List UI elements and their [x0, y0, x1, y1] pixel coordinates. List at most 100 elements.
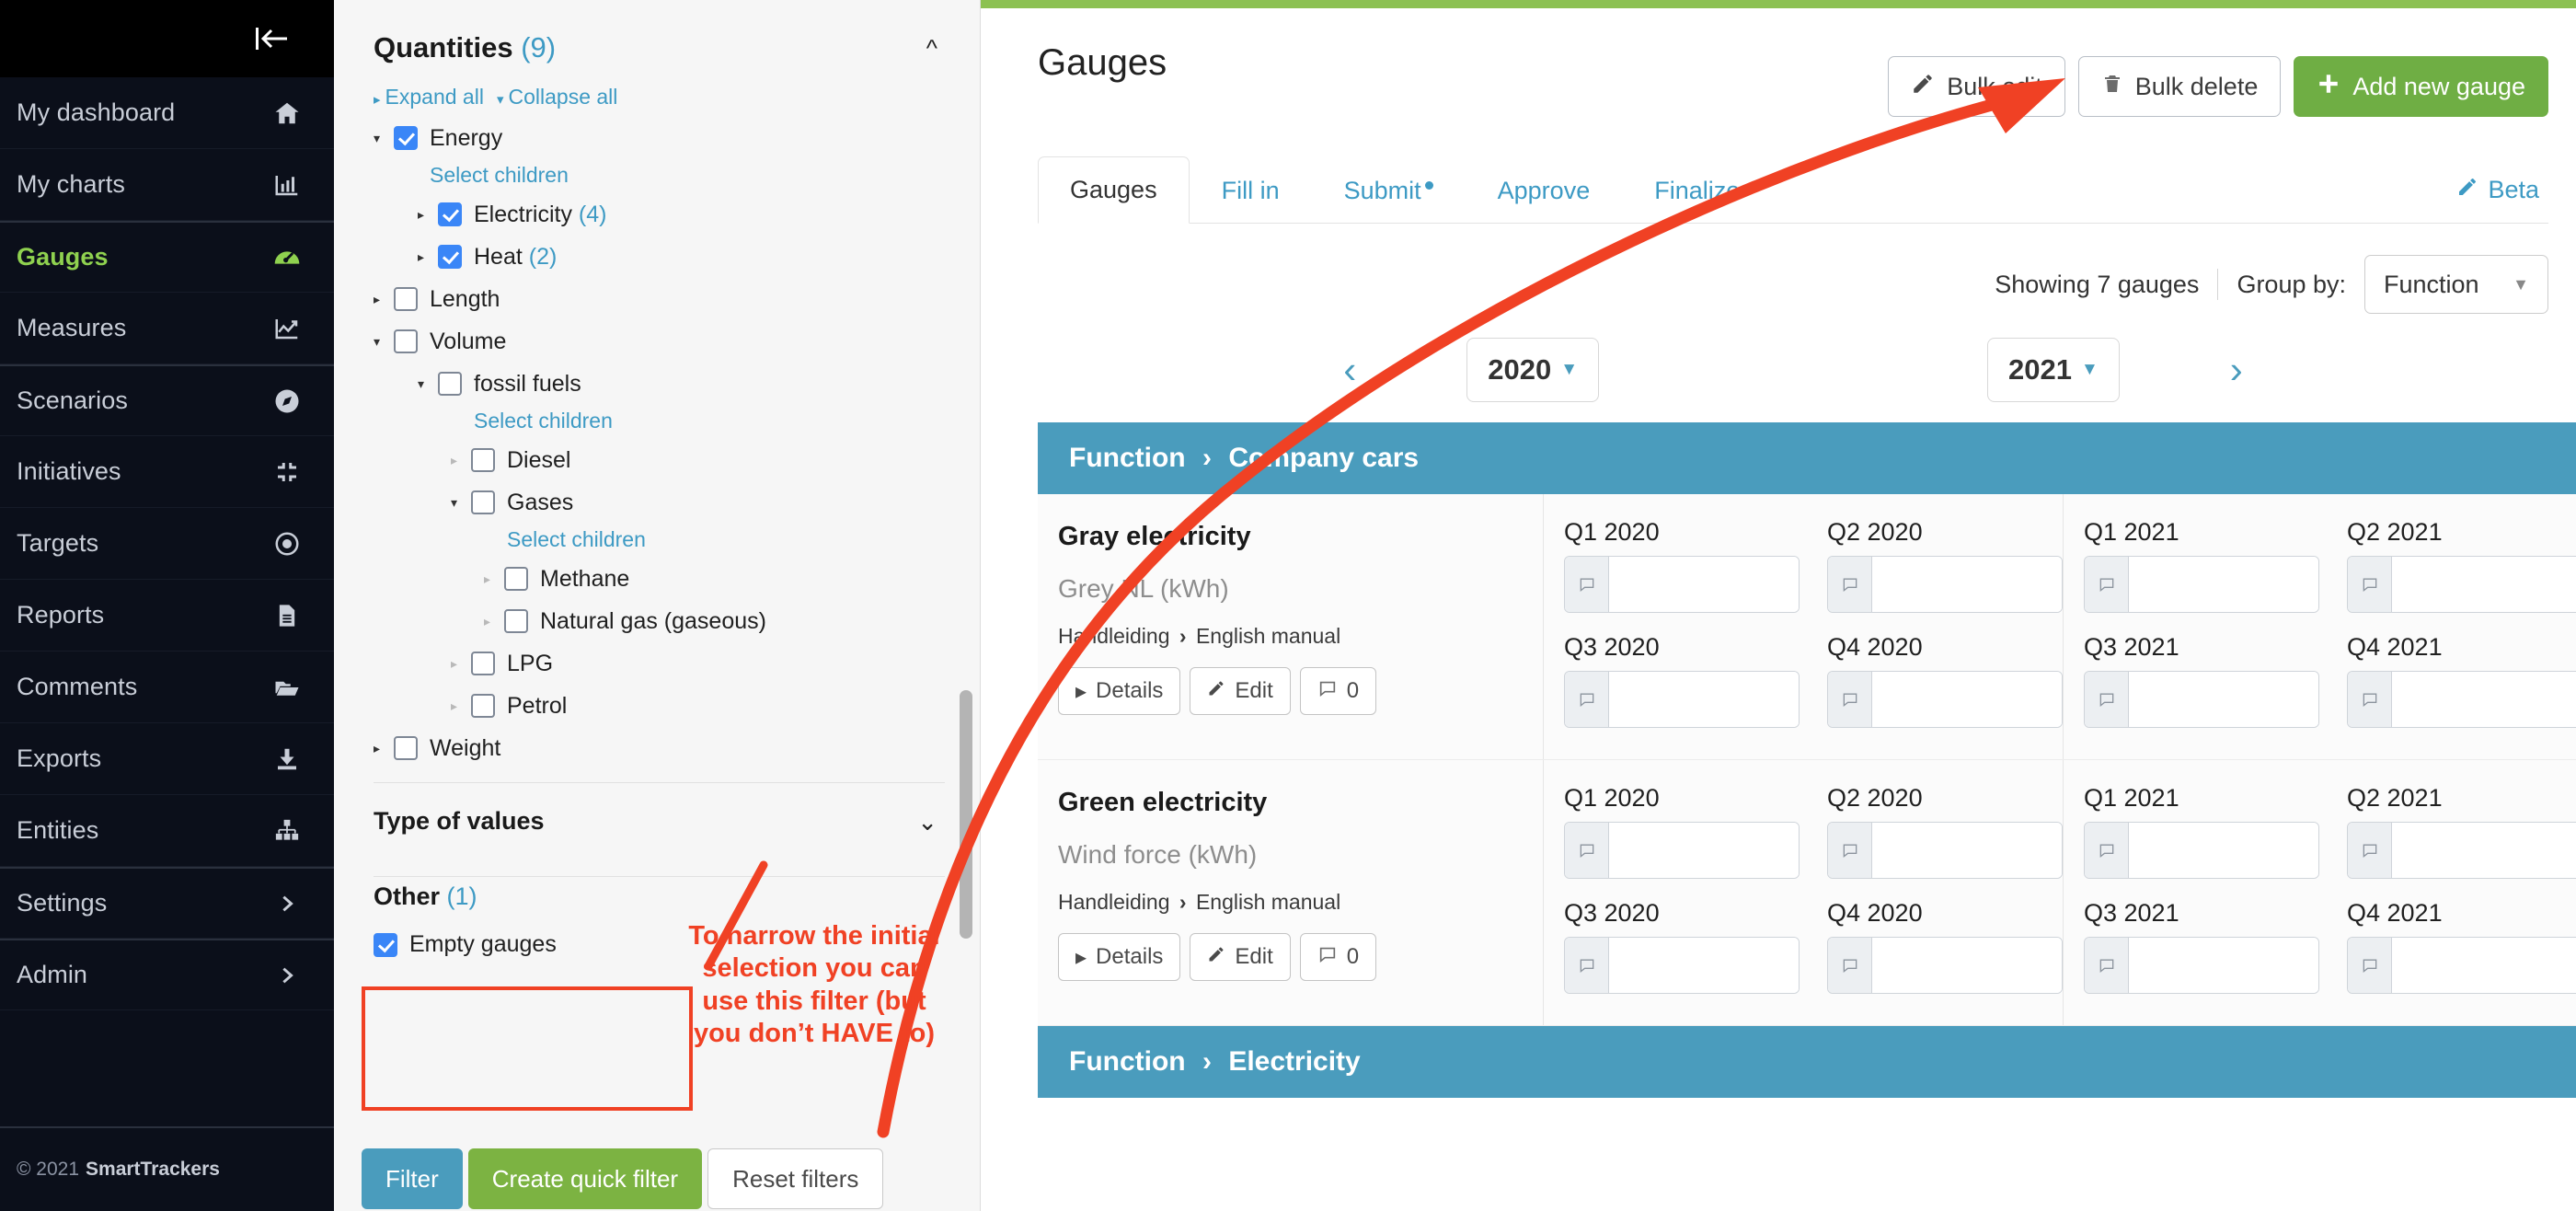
sidebar-item-gauges[interactable]: Gauges: [0, 221, 334, 293]
tree-node[interactable]: ▾ Energy: [374, 121, 956, 156]
quarter-value-field[interactable]: [2129, 938, 2318, 993]
filter-panel-scrollbar[interactable]: [960, 690, 972, 939]
tree-checkbox[interactable]: [394, 126, 418, 150]
sidebar-item-admin[interactable]: Admin: [0, 939, 334, 1010]
tree-node[interactable]: ▸ LPG: [451, 646, 956, 681]
tree-checkbox[interactable]: [471, 694, 495, 718]
tree-node[interactable]: ▸ Petrol: [451, 688, 956, 723]
reset-filters-button[interactable]: Reset filters: [707, 1148, 884, 1209]
chevron-up-icon[interactable]: ^: [915, 36, 949, 60]
quarter-value-field[interactable]: [1609, 557, 1799, 612]
triangle-right-icon[interactable]: ▸: [374, 741, 394, 756]
quarter-input[interactable]: [1827, 671, 2063, 728]
comment-icon[interactable]: [1828, 938, 1872, 993]
quarter-value-field[interactable]: [1872, 672, 2062, 727]
chevron-down-icon[interactable]: ⌄: [906, 810, 949, 834]
comment-icon[interactable]: [2348, 823, 2392, 878]
tree-checkbox[interactable]: [471, 652, 495, 675]
triangle-down-icon[interactable]: ▾: [451, 495, 471, 511]
bulk-delete-button[interactable]: Bulk delete: [2077, 56, 2282, 117]
quarter-value-field[interactable]: [1609, 938, 1799, 993]
quarter-value-field[interactable]: [2129, 823, 2318, 878]
filter-scroll-area[interactable]: Quantities (9) ^ ▸ Expand all ▾ Collapse a…: [349, 0, 980, 1141]
expand-all-link[interactable]: ▸ Expand all: [374, 85, 484, 110]
quarter-value-field[interactable]: [2392, 823, 2576, 878]
quarter-value-field[interactable]: [2392, 672, 2576, 727]
quarter-input[interactable]: [1564, 937, 1800, 994]
comment-icon[interactable]: [2085, 672, 2129, 727]
create-quick-filter-button[interactable]: Create quick filter: [467, 1148, 703, 1209]
sidebar-item-targets[interactable]: Targets: [0, 508, 334, 580]
comments-button[interactable]: 0: [1299, 667, 1377, 715]
quarter-value-field[interactable]: [1609, 823, 1799, 878]
sidebar-item-exports[interactable]: Exports: [0, 723, 334, 795]
details-button[interactable]: ▸ Details: [1058, 933, 1181, 981]
triangle-right-icon[interactable]: ▸: [484, 571, 504, 587]
quarter-input[interactable]: [1827, 556, 2063, 613]
comment-icon[interactable]: [1828, 823, 1872, 878]
comment-icon[interactable]: [1565, 672, 1609, 727]
tree-checkbox[interactable]: [504, 567, 528, 591]
tree-checkbox[interactable]: [471, 448, 495, 472]
tree-checkbox[interactable]: [504, 609, 528, 633]
quarter-value-field[interactable]: [1872, 823, 2062, 878]
comment-icon[interactable]: [2348, 938, 2392, 993]
sidebar-item-reports[interactable]: Reports: [0, 580, 334, 652]
sidebar-item-comments[interactable]: Comments: [0, 652, 334, 723]
quarter-value-field[interactable]: [2129, 672, 2318, 727]
quarter-input[interactable]: [2347, 556, 2576, 613]
triangle-right-icon[interactable]: ▸: [418, 249, 438, 265]
year-right-select[interactable]: 2021 ▼: [1987, 338, 2120, 402]
comment-icon[interactable]: [2348, 672, 2392, 727]
edit-button[interactable]: Edit: [1190, 667, 1291, 715]
quarter-input[interactable]: [2084, 556, 2319, 613]
quarter-input[interactable]: [2347, 937, 2576, 994]
quarter-input[interactable]: [2084, 822, 2319, 879]
quarter-input[interactable]: [1827, 937, 2063, 994]
quarter-value-field[interactable]: [1609, 672, 1799, 727]
quarter-input[interactable]: [2347, 671, 2576, 728]
quarter-input[interactable]: [1564, 556, 1800, 613]
triangle-down-icon[interactable]: ▾: [374, 334, 394, 350]
sidebar-item-settings[interactable]: Settings: [0, 867, 334, 939]
comment-icon[interactable]: [1565, 557, 1609, 612]
sidebar-item-my-dashboard[interactable]: My dashboard: [0, 77, 334, 149]
quarter-input[interactable]: [1564, 822, 1800, 879]
tree-node[interactable]: ▸ Length: [374, 282, 956, 317]
triangle-right-icon[interactable]: ▸: [451, 453, 471, 468]
sidebar-item-entities[interactable]: Entities: [0, 795, 334, 867]
sidebar-item-my-charts[interactable]: My charts: [0, 149, 334, 221]
tree-checkbox[interactable]: [438, 372, 462, 396]
tab-finalize[interactable]: Finalize: [1622, 157, 1772, 224]
sidebar-item-measures[interactable]: Measures: [0, 293, 334, 364]
sidebar-item-scenarios[interactable]: Scenarios: [0, 364, 334, 436]
bulk-edit-button[interactable]: Bulk edit: [1888, 56, 2065, 117]
tree-node[interactable]: ▾ Gases: [451, 485, 956, 520]
group-by-select[interactable]: Function ▼: [2364, 255, 2548, 314]
quarter-input[interactable]: [1564, 671, 1800, 728]
quarter-value-field[interactable]: [1872, 938, 2062, 993]
quarter-input[interactable]: [2084, 937, 2319, 994]
triangle-right-icon[interactable]: ▸: [451, 656, 471, 672]
year-left-select[interactable]: 2020 ▼: [1466, 338, 1599, 402]
sidebar-item-initiatives[interactable]: Initiatives: [0, 436, 334, 508]
tree-node[interactable]: ▸ Electricity (4): [418, 197, 956, 232]
triangle-down-icon[interactable]: ▾: [374, 131, 394, 146]
tree-node[interactable]: ▸ Diesel: [451, 443, 956, 478]
comment-icon[interactable]: [2085, 823, 2129, 878]
chevron-left-icon[interactable]: ‹: [1343, 351, 1356, 389]
tree-checkbox[interactable]: [394, 287, 418, 311]
select-children-link[interactable]: Select children: [430, 163, 956, 188]
select-children-link[interactable]: Select children: [507, 527, 956, 552]
tree-node[interactable]: ▾ Volume: [374, 324, 956, 359]
comment-icon[interactable]: [2085, 557, 2129, 612]
triangle-right-icon[interactable]: ▸: [418, 207, 438, 223]
tab-fill-in[interactable]: Fill in: [1190, 157, 1312, 224]
comment-icon[interactable]: [2085, 938, 2129, 993]
quarter-value-field[interactable]: [2129, 557, 2318, 612]
quarter-value-field[interactable]: [2392, 938, 2576, 993]
quarter-value-field[interactable]: [1872, 557, 2062, 612]
tree-node[interactable]: ▸ Methane: [484, 561, 956, 596]
beta-link[interactable]: Beta: [2456, 157, 2548, 223]
type-of-values-section[interactable]: Type of values ⌄: [349, 783, 956, 859]
